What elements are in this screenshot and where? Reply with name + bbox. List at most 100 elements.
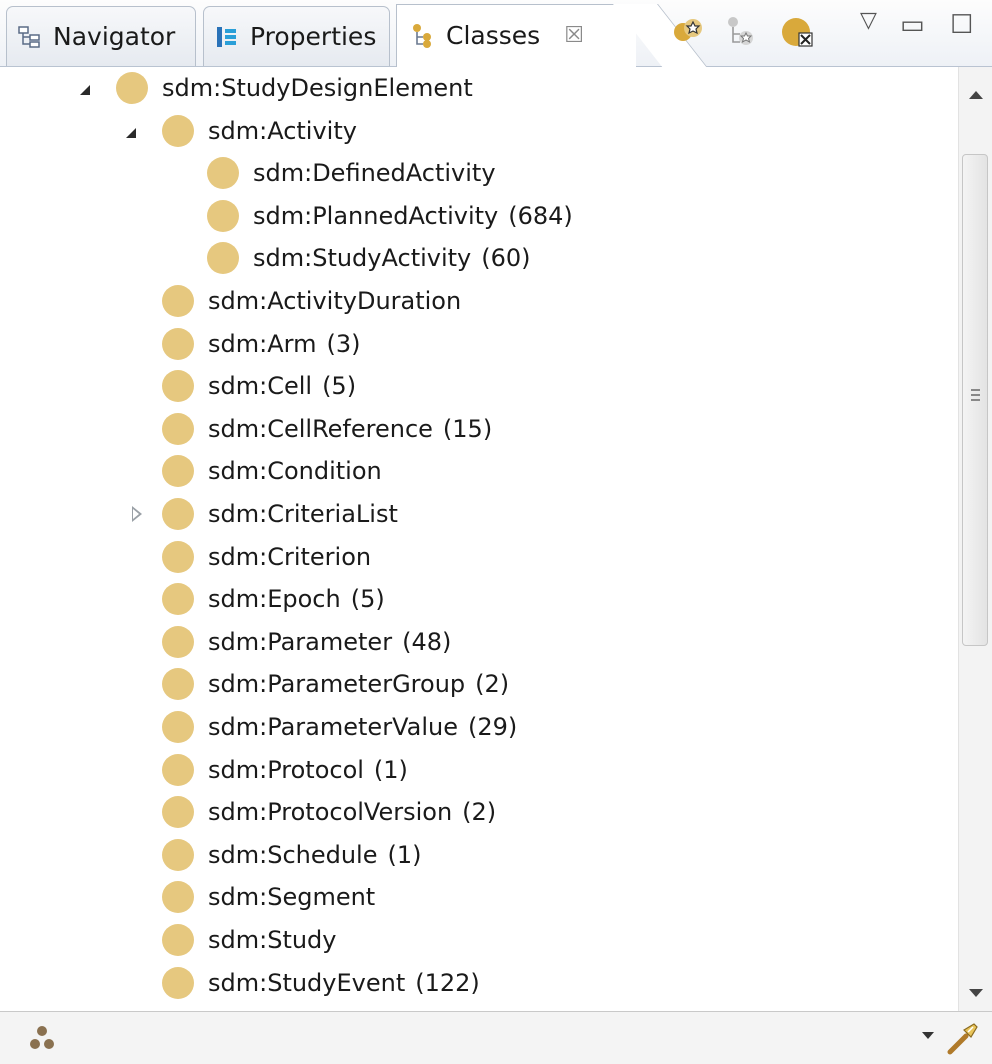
collapse-arrow-icon[interactable] <box>126 127 136 138</box>
class-icon <box>162 881 194 914</box>
class-icon <box>162 711 194 743</box>
tree-node-label: sdm:ParameterValue <box>208 713 458 741</box>
instance-count: (29) <box>467 713 518 741</box>
tree-node[interactable]: sdm:CriteriaList <box>132 493 398 535</box>
create-class-icon[interactable] <box>670 14 706 50</box>
tab-navigator[interactable]: Navigator <box>6 6 196 66</box>
instance-count: (1) <box>373 755 408 784</box>
tree-node[interactable]: sdm:Arm (3) <box>162 323 360 365</box>
tree-node[interactable]: sdm:ParameterGroup (2) <box>162 663 509 705</box>
instance-count: (684) <box>508 201 573 230</box>
class-icon <box>162 114 194 147</box>
instance-dots-icon[interactable] <box>28 1024 56 1052</box>
class-icon <box>162 455 194 488</box>
class-hierarchy-icon <box>413 23 431 48</box>
class-icon <box>162 540 194 573</box>
class-icon <box>162 668 194 701</box>
tree-node-label: sdm:CriteriaList <box>208 500 398 528</box>
tree-node[interactable]: sdm:DefinedActivity <box>207 152 496 194</box>
tree-node-label: sdm:Protocol <box>208 755 364 784</box>
tree-node[interactable]: sdm:ParameterValue (29) <box>162 706 517 748</box>
tree-node-label: sdm:PlannedActivity <box>253 201 499 230</box>
tree-node[interactable]: sdm:PlannedActivity (684) <box>207 195 573 237</box>
tree-node[interactable]: sdm:Parameter (48) <box>162 621 451 663</box>
tree-node[interactable]: sdm:Condition <box>162 450 382 492</box>
tree-node[interactable]: sdm:Criterion <box>162 536 371 578</box>
class-tree[interactable]: sdm:StudyDesignElement sdm:Activity sdm:De… <box>0 67 958 1011</box>
tree-node-label: sdm:ProtocolVersion <box>208 798 453 827</box>
tree-node[interactable]: sdm:CellReference (15) <box>162 408 492 450</box>
navigator-icon <box>18 25 40 48</box>
instance-count: (2) <box>475 670 510 699</box>
delete-class-icon[interactable] <box>780 14 816 50</box>
class-icon <box>162 285 194 317</box>
instance-count: (2) <box>462 798 497 827</box>
class-icon <box>207 199 239 232</box>
collapse-arrow-icon[interactable] <box>80 85 90 95</box>
grip-icon <box>971 389 980 391</box>
maximize-icon[interactable]: ☐ <box>950 10 973 40</box>
class-icon <box>116 72 148 104</box>
tree-node-label: sdm:Criterion <box>208 542 372 571</box>
class-icon <box>162 498 194 530</box>
class-icon <box>162 924 194 956</box>
tree-node-label: sdm:Condition <box>208 457 382 486</box>
tree-node-label: sdm:Parameter <box>208 627 393 656</box>
class-icon <box>162 583 194 616</box>
tree-node[interactable]: sdm:Epoch (5) <box>162 578 385 620</box>
tree-node[interactable]: sdm:Study <box>162 919 337 961</box>
tree-node[interactable]: sdm:StudyActivity (60) <box>207 237 531 279</box>
expand-arrow-icon[interactable] <box>132 506 142 522</box>
tab-classes-label: Classes <box>446 21 541 50</box>
instance-count: (5) <box>322 372 357 401</box>
tree-node[interactable]: sdm:Segment <box>162 876 375 918</box>
tree-node-label: sdm:Epoch <box>208 585 341 614</box>
class-icon <box>162 753 194 786</box>
instance-count: (5) <box>350 585 385 614</box>
tree-node-label: sdm:Activity <box>208 116 357 145</box>
tree-node[interactable]: sdm:Cell (5) <box>162 365 356 407</box>
tree-node-label: sdm:ActivityDuration <box>208 287 462 315</box>
tree-node[interactable]: sdm:Protocol (1) <box>162 749 408 791</box>
tree-node-label: sdm:Schedule <box>208 840 378 869</box>
class-icon <box>162 838 194 871</box>
close-icon[interactable]: ☒ <box>564 23 584 48</box>
instance-count: (48) <box>402 627 452 656</box>
class-icon <box>162 625 194 658</box>
tree-node[interactable]: sdm:ProtocolVersion (2) <box>162 791 496 833</box>
dropdown-arrow-icon[interactable] <box>922 1032 934 1039</box>
instance-count: (3) <box>326 329 361 358</box>
filter-input[interactable] <box>70 1018 910 1058</box>
create-subclass-icon[interactable] <box>722 14 758 50</box>
view-tab-bar: Navigator Properties Classes ☒ ▽ ▭ ☐ <box>0 0 992 67</box>
instance-count: (15) <box>442 414 493 443</box>
minimize-icon[interactable]: ▭ <box>900 10 925 40</box>
class-icon <box>162 796 194 829</box>
properties-icon <box>217 26 236 47</box>
tree-node[interactable]: sdm:StudyDesignElement <box>80 67 473 109</box>
class-icon <box>207 157 239 190</box>
view-menu-icon[interactable]: ▽ <box>860 8 877 33</box>
tree-node[interactable]: sdm:ActivityDuration <box>162 280 461 322</box>
scroll-up-icon[interactable] <box>969 91 983 99</box>
scrollbar-thumb[interactable] <box>962 154 988 646</box>
scroll-down-icon[interactable] <box>969 989 983 997</box>
tree-node-label: sdm:Segment <box>208 883 376 912</box>
tree-node[interactable]: sdm:StudyEvent (122) <box>162 962 480 1004</box>
tree-node[interactable]: sdm:Activity <box>126 110 357 152</box>
tree-node[interactable]: sdm:Schedule (1) <box>162 834 422 876</box>
class-icon <box>162 966 194 999</box>
tab-navigator-label: Navigator <box>53 22 176 51</box>
vertical-scrollbar[interactable] <box>958 67 992 1011</box>
tree-node-label: sdm:StudyDesignElement <box>162 74 473 102</box>
filter-bar <box>0 1011 992 1064</box>
class-icon <box>207 242 239 275</box>
tree-node-label: sdm:Study <box>208 926 337 954</box>
tree-node-label: sdm:StudyEvent <box>208 968 406 997</box>
tree-node-label: sdm:Cell <box>208 372 313 401</box>
class-icon <box>162 412 194 445</box>
class-icon <box>162 327 194 360</box>
search-wand-icon[interactable] <box>944 1020 980 1056</box>
tab-classes[interactable]: Classes ☒ <box>396 4 658 67</box>
tab-properties[interactable]: Properties <box>203 6 390 66</box>
